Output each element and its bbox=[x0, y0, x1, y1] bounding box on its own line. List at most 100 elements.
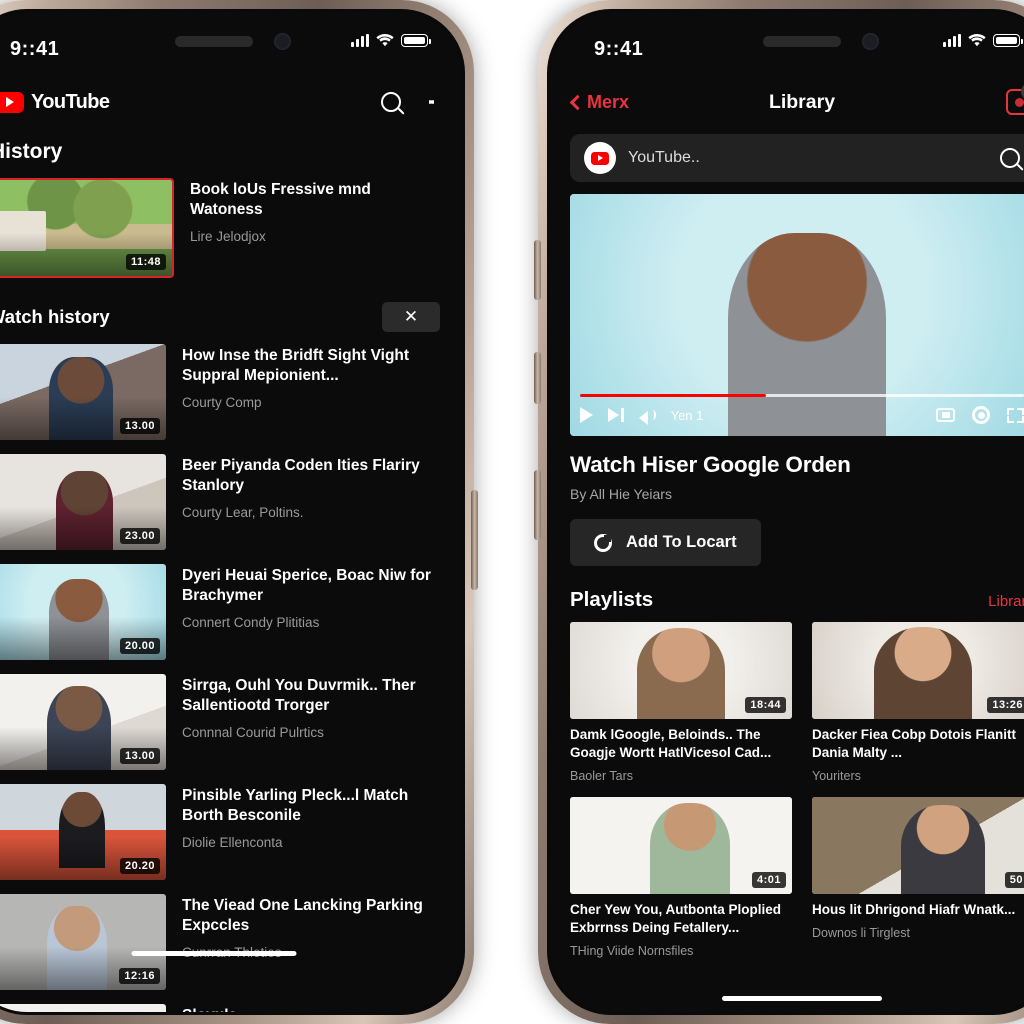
back-label: Merx bbox=[587, 91, 630, 112]
item-thumbnail[interactable]: 20.20 bbox=[0, 784, 166, 880]
right-phone-screen: 9::41 Merx Library YouTube.. Yen 1 Watch… bbox=[550, 12, 1024, 1012]
item-thumbnail[interactable]: 13.00 bbox=[0, 344, 166, 440]
duration-badge: 20.20 bbox=[119, 858, 160, 874]
playlists-header: Playlists Library bbox=[550, 566, 1024, 622]
duration-badge: 11:48 bbox=[125, 254, 166, 270]
volume-up-button[interactable] bbox=[534, 352, 541, 404]
card-subtitle: Downos li Tirglest bbox=[812, 926, 910, 941]
share-icon[interactable]: 6 bbox=[1006, 83, 1024, 115]
power-button[interactable] bbox=[471, 490, 478, 590]
search-icon[interactable] bbox=[1000, 148, 1020, 168]
card-thumbnail[interactable]: 13:26 bbox=[812, 622, 1024, 719]
video-subtitle: Courty Comp bbox=[182, 394, 262, 410]
close-button[interactable]: ✕ bbox=[382, 302, 440, 332]
search-icon[interactable] bbox=[381, 92, 401, 112]
chevron-left-icon bbox=[569, 94, 586, 110]
item-thumbnail[interactable]: 23.00 bbox=[0, 454, 166, 550]
progress-bar[interactable] bbox=[580, 393, 1024, 397]
control-right-group bbox=[936, 406, 1024, 424]
status-indicators bbox=[943, 34, 1023, 47]
fullscreen-icon[interactable] bbox=[1007, 407, 1024, 423]
list-item[interactable]: 23.00 Beer Piyanda Coden Ities Flariry S… bbox=[0, 454, 440, 550]
status-clock: 9::41 bbox=[10, 38, 60, 60]
control-row: Yen 1 bbox=[580, 406, 1024, 428]
search-input[interactable]: YouTube.. bbox=[570, 134, 1024, 182]
status-bar-left: 9::41 bbox=[0, 12, 462, 74]
duration-badge: 50 bbox=[1004, 872, 1024, 889]
card-thumbnail[interactable]: 4:01 bbox=[570, 797, 792, 895]
gear-icon[interactable] bbox=[972, 406, 990, 424]
playlist-card[interactable]: 50 Hous lit Dhrigond Hiafr Wnatk... Down… bbox=[812, 797, 1024, 958]
home-indicator[interactable] bbox=[131, 950, 297, 956]
youtube-play-icon bbox=[0, 91, 24, 113]
playlist-card[interactable]: 4:01 Cher Yew You, Autbonta Ploplied Exb… bbox=[570, 797, 792, 958]
item-meta: Dyeri Heuai Sperice, Boac Niw for Brachy… bbox=[182, 564, 440, 660]
watch-history-bar: Watch history ✕ bbox=[0, 288, 462, 344]
play-icon[interactable] bbox=[580, 407, 593, 423]
volume-down-button[interactable] bbox=[534, 470, 541, 540]
wifi-icon bbox=[376, 34, 394, 47]
card-subtitle: Baoler Tars bbox=[570, 769, 633, 784]
featured-meta: Book loUs Fressive mnd Watoness Lire Jel… bbox=[190, 178, 440, 278]
duration-badge: 13.00 bbox=[119, 418, 160, 434]
item-meta: Pinsible Yarling Pleck...l Match Borth B… bbox=[182, 784, 440, 880]
list-item[interactable]: Slovula Eladas Maalat Llam Amcac bbox=[0, 1004, 440, 1012]
youtube-logo-icon bbox=[584, 142, 616, 174]
time-label: Yen 1 bbox=[670, 407, 704, 423]
video-title: Sirrga, Ouhl You Duvrmik.. Ther Sallenti… bbox=[182, 677, 416, 715]
duration-badge: 13.00 bbox=[119, 748, 160, 764]
add-to-locart-button[interactable]: Add To Locart bbox=[570, 519, 761, 566]
player-controls: Yen 1 bbox=[570, 393, 1024, 437]
item-thumbnail[interactable] bbox=[0, 1004, 166, 1012]
playlists-library-link[interactable]: Library bbox=[988, 593, 1024, 610]
card-thumbnail[interactable]: 50 bbox=[812, 797, 1024, 895]
playlist-card[interactable]: 18:44 Damk lGoogle, Beloinds.. The Goagj… bbox=[570, 622, 792, 783]
duration-badge: 13:26 bbox=[987, 697, 1024, 713]
item-meta: The Viead One Lancking Parking Expccles … bbox=[182, 894, 440, 990]
back-button[interactable]: Merx bbox=[569, 91, 630, 113]
left-phone-screen: 9::41 YouTube istory 11:48 Book loUs Fre… bbox=[0, 12, 462, 1012]
silent-switch[interactable] bbox=[534, 240, 541, 300]
signal-bars-icon bbox=[351, 34, 369, 47]
video-meta: Watch Hiser Google Orden By All Hie Yeia… bbox=[550, 436, 1024, 566]
item-meta: Beer Piyanda Coden Ities Flariry Stanlor… bbox=[182, 454, 440, 550]
item-thumbnail[interactable]: 20.00 bbox=[0, 564, 166, 660]
history-list: 13.00 How Inse the Bridft Sight Vight Su… bbox=[0, 344, 462, 1012]
miniplayer-icon[interactable] bbox=[936, 408, 955, 422]
home-indicator[interactable] bbox=[722, 995, 882, 1001]
next-track-icon[interactable] bbox=[608, 408, 624, 422]
item-thumbnail[interactable]: 12:16 bbox=[0, 894, 166, 990]
item-thumbnail[interactable]: 13.00 bbox=[0, 674, 166, 770]
video-subtitle: Diolie Ellenconta bbox=[182, 834, 283, 850]
list-item[interactable]: 20.00 Dyeri Heuai Sperice, Boac Niw for … bbox=[0, 564, 440, 660]
youtube-app-bar: YouTube bbox=[0, 74, 462, 130]
card-thumbnail[interactable]: 18:44 bbox=[570, 622, 792, 719]
card-title: Cher Yew You, Autbonta Ploplied Exbrrnss… bbox=[570, 902, 782, 936]
video-subtitle: Lire Jelodjox bbox=[190, 228, 266, 244]
featured-history-item[interactable]: 11:48 Book loUs Fressive mnd Watoness Li… bbox=[0, 178, 462, 288]
video-title: Slovula bbox=[182, 1006, 440, 1012]
gear-icon bbox=[594, 533, 612, 552]
playlist-card[interactable]: 13:26 Dacker Fiea Cobp Dotois Flanitt Da… bbox=[812, 622, 1024, 783]
list-item[interactable]: 13.00 How Inse the Bridft Sight Vight Su… bbox=[0, 344, 440, 440]
battery-icon bbox=[993, 34, 1023, 47]
volume-icon[interactable] bbox=[638, 408, 656, 425]
video-title: Watch Hiser Google Orden bbox=[570, 452, 851, 477]
video-title: How Inse the Bridft Sight Vight Suppral … bbox=[182, 347, 410, 385]
card-subtitle: THing Viide Nornsfiles bbox=[570, 944, 694, 959]
watch-history-label: Watch history bbox=[0, 306, 110, 327]
list-item[interactable]: 20.20 Pinsible Yarling Pleck...l Match B… bbox=[0, 784, 440, 880]
youtube-wordmark: YouTube bbox=[31, 90, 110, 113]
list-item[interactable]: 13.00 Sirrga, Ouhl You Duvrmik.. Ther Sa… bbox=[0, 674, 440, 770]
battery-icon bbox=[401, 34, 431, 47]
youtube-logo: YouTube bbox=[0, 90, 110, 114]
featured-thumbnail[interactable]: 11:48 bbox=[0, 178, 174, 278]
video-player[interactable]: Yen 1 bbox=[570, 194, 1024, 436]
list-item[interactable]: 12:16 The Viead One Lancking Parking Exp… bbox=[0, 894, 440, 990]
duration-badge: 23.00 bbox=[119, 528, 160, 544]
card-title: Dacker Fiea Cobp Dotois Flanitt Dania Ma… bbox=[812, 727, 1017, 761]
search-value: YouTube.. bbox=[628, 149, 700, 166]
kebab-menu-icon[interactable] bbox=[429, 97, 435, 108]
card-title: Damk lGoogle, Beloinds.. The Goagje Wort… bbox=[570, 727, 772, 761]
duration-badge: 4:01 bbox=[751, 872, 786, 889]
